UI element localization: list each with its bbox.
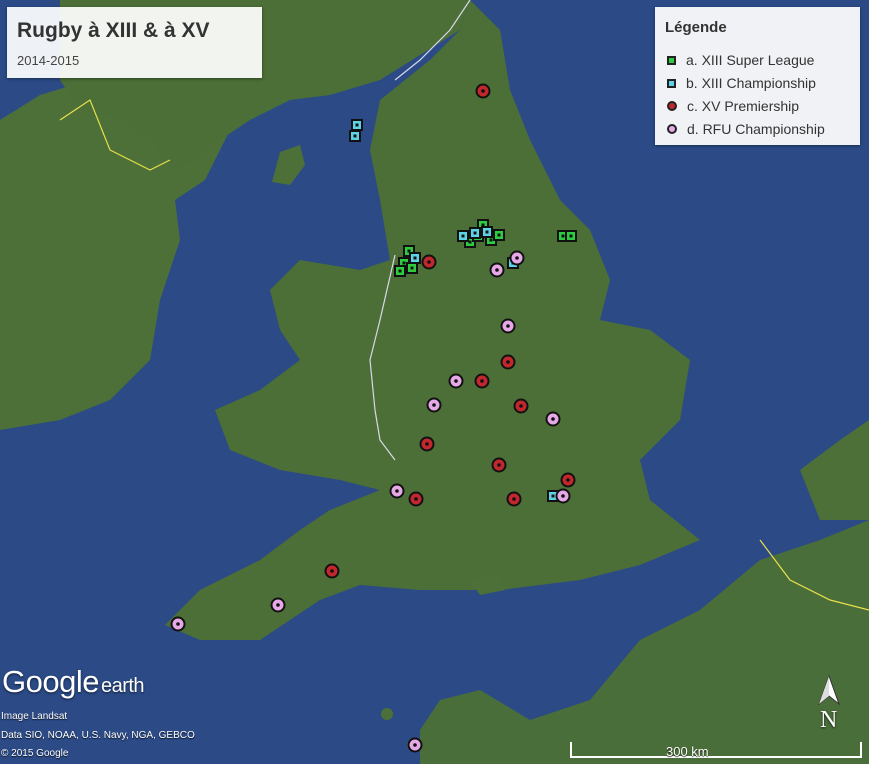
marker-center	[481, 89, 485, 93]
marker-center	[432, 403, 436, 407]
cyan-square-icon	[667, 78, 676, 88]
map-title: Rugby à XIII & à XV	[17, 19, 210, 42]
marker-center	[495, 268, 499, 272]
marker-center	[561, 234, 565, 238]
legend-title: Légende	[665, 19, 727, 36]
marker-center	[276, 603, 280, 607]
map-subtitle: 2014-2015	[17, 53, 80, 68]
north-arrow-icon	[817, 674, 841, 706]
logo-sub: earth	[100, 675, 145, 697]
legend-label: a. XIII Super League	[686, 52, 815, 68]
marker-center	[489, 238, 493, 242]
marker-center	[497, 463, 501, 467]
green-square-icon	[667, 55, 676, 65]
marker-center	[425, 442, 429, 446]
marker-center	[485, 230, 489, 234]
marker-center	[569, 234, 573, 238]
legend: Légende a. XIII Super League b. XIII Cha…	[655, 7, 860, 145]
marker-center	[461, 234, 465, 238]
google-earth-logo: Google earth	[2, 664, 145, 700]
marker-center	[427, 260, 431, 264]
marker-center	[497, 233, 501, 237]
logo-main: Google	[2, 664, 99, 699]
north-arrow[interactable]: N	[814, 674, 844, 736]
marker-center	[512, 497, 516, 501]
scale-label: 300 km	[666, 744, 709, 759]
marker-center	[413, 743, 417, 747]
marker-center	[398, 269, 402, 273]
title-box: Rugby à XIII & à XV 2014-2015	[7, 7, 262, 78]
north-label: N	[820, 707, 838, 733]
pink-circle-icon	[667, 124, 677, 134]
marker-center	[414, 497, 418, 501]
marker-center	[519, 404, 523, 408]
credit-imagery: Image Landsat	[1, 711, 68, 722]
marker-center	[515, 256, 519, 260]
marker-center	[551, 494, 555, 498]
marker-center	[454, 379, 458, 383]
legend-label: b. XIII Championship	[686, 75, 816, 91]
legend-item-super-league: a. XIII Super League	[667, 51, 814, 69]
legend-label: c. XV Premiership	[687, 98, 800, 114]
legend-item-championship: b. XIII Championship	[667, 74, 816, 92]
marker-center	[480, 379, 484, 383]
marker-center	[402, 261, 406, 265]
marker-center	[506, 324, 510, 328]
scale-bar	[570, 742, 862, 758]
marker-center	[410, 266, 414, 270]
marker-center	[413, 256, 417, 260]
marker-center	[566, 478, 570, 482]
legend-label: d. RFU Championship	[687, 121, 825, 137]
marker-center	[551, 417, 555, 421]
marker-center	[473, 231, 477, 235]
credit-data: Data SIO, NOAA, U.S. Navy, NGA, GEBCO	[1, 730, 195, 741]
marker-center	[561, 494, 565, 498]
marker-center	[395, 489, 399, 493]
legend-item-premiership: c. XV Premiership	[667, 97, 799, 115]
marker-center	[353, 134, 357, 138]
red-circle-icon	[667, 101, 677, 111]
map-view[interactable]: Rugby à XIII & à XV 2014-2015 Légende a.…	[0, 0, 869, 764]
land-channel-islands	[381, 708, 393, 720]
marker-center	[176, 622, 180, 626]
credit-copyright: © 2015 Google	[1, 748, 69, 759]
marker-center	[330, 569, 334, 573]
marker-center	[355, 123, 359, 127]
legend-item-rfu: d. RFU Championship	[667, 120, 825, 138]
marker-center	[506, 360, 510, 364]
